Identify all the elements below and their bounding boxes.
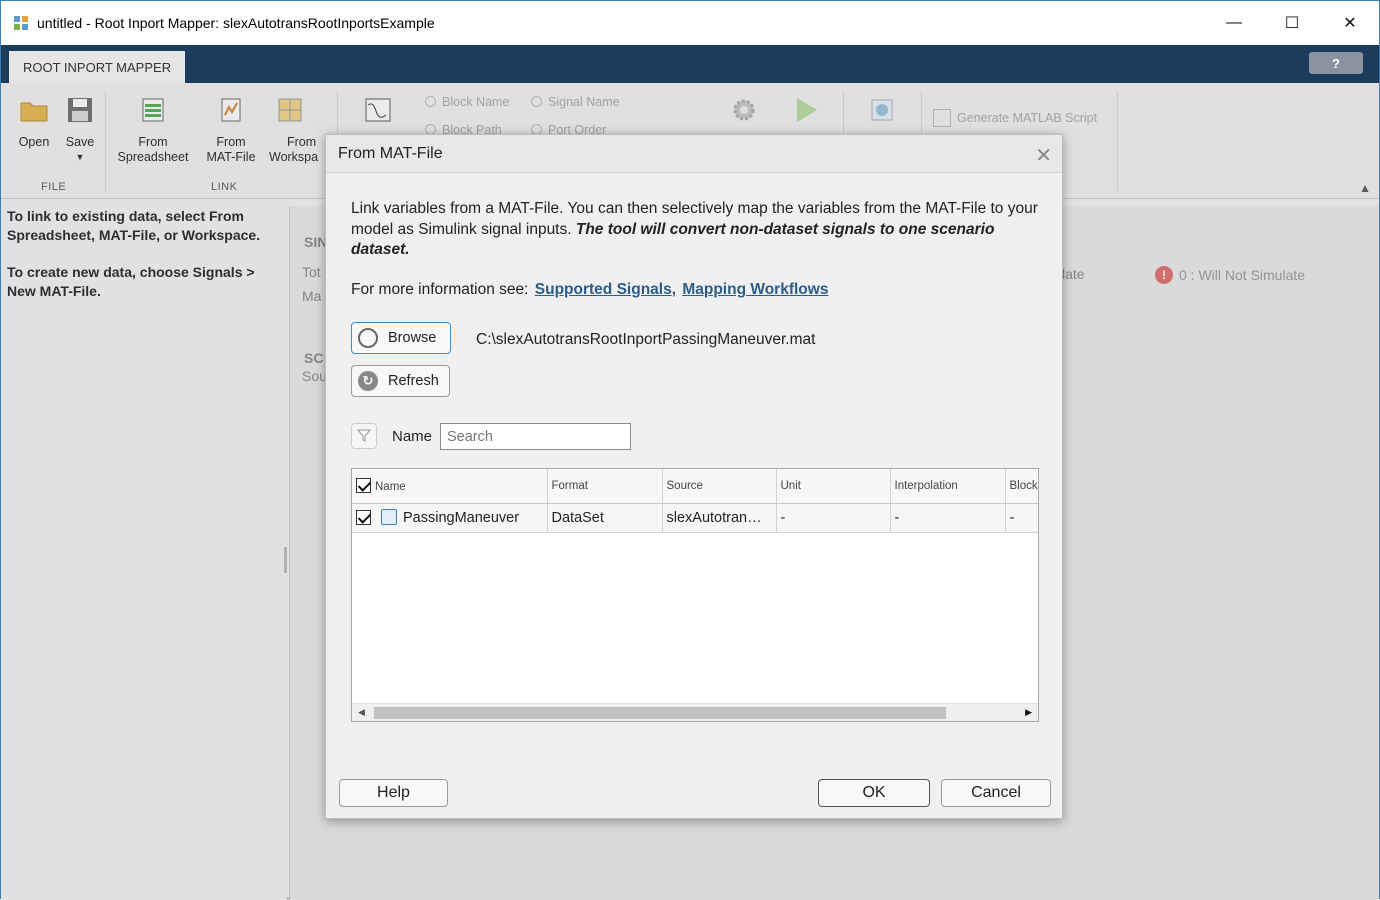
horizontal-scrollbar[interactable]: ◀ ▶: [352, 703, 1038, 721]
dialog-description: Link variables from a MAT-File. You can …: [351, 199, 1041, 261]
browse-icon: [358, 328, 378, 348]
dialog-title-bar: From MAT-File ✕: [326, 135, 1062, 173]
supported-signals-link[interactable]: Supported Signals: [535, 281, 672, 298]
window-controls: — ☐ ✕: [1205, 1, 1379, 45]
more-info-label: For more information see:: [351, 281, 529, 298]
cell-format: DataSet: [547, 503, 663, 533]
scroll-thumb[interactable]: [374, 707, 946, 719]
close-window-button[interactable]: ✕: [1321, 1, 1379, 45]
variables-table: Name Format Source Unit Interpolation Bl…: [351, 468, 1039, 722]
window-title: untitled - Root Inport Mapper: slexAutot…: [37, 15, 435, 31]
table-header-row: Name Format Source Unit Interpolation Bl…: [352, 469, 1038, 504]
mapping-workflows-link[interactable]: Mapping Workflows: [682, 281, 828, 298]
maximize-button[interactable]: ☐: [1263, 1, 1321, 45]
title-bar: untitled - Root Inport Mapper: slexAutot…: [1, 1, 1379, 45]
scroll-left-icon[interactable]: ◀: [358, 707, 365, 718]
cell-block: -: [1005, 503, 1038, 533]
refresh-button[interactable]: ↻ Refresh: [351, 365, 450, 397]
variables-grid: Name Format Source Unit Interpolation Bl…: [352, 469, 1038, 533]
filter-name-label: Name: [392, 428, 433, 445]
cell-unit: -: [776, 503, 891, 533]
help-icon[interactable]: ?: [1309, 52, 1363, 74]
table-row[interactable]: PassingManeuver DataSet slexAutotran… - …: [352, 503, 1038, 533]
browse-label: Browse: [388, 330, 437, 346]
refresh-icon: ↻: [358, 371, 378, 391]
from-mat-file-dialog: From MAT-File ✕ Link variables from a MA…: [325, 134, 1063, 819]
column-header-unit[interactable]: Unit: [776, 469, 891, 504]
dialog-close-icon[interactable]: ✕: [1035, 143, 1052, 168]
search-input[interactable]: [440, 423, 631, 450]
column-header-source[interactable]: Source: [662, 469, 777, 504]
file-path-display: C:\slexAutotransRootInportPassingManeuve…: [476, 331, 816, 348]
scroll-right-icon[interactable]: ▶: [1025, 707, 1032, 718]
tab-root-inport-mapper[interactable]: ROOT INPORT MAPPER: [9, 51, 186, 83]
refresh-label: Refresh: [388, 373, 439, 389]
filter-icon[interactable]: [351, 423, 377, 449]
ribbon-tab-bar: ROOT INPORT MAPPER ?: [1, 45, 1379, 83]
cancel-button[interactable]: Cancel: [941, 779, 1051, 807]
dialog-title: From MAT-File: [338, 144, 443, 162]
column-header-block[interactable]: Block: [1005, 469, 1038, 504]
row-checkbox[interactable]: [356, 510, 371, 525]
link-separator: ,: [671, 281, 677, 298]
cell-interpolation: -: [890, 503, 1006, 533]
ok-button[interactable]: OK: [818, 779, 930, 807]
app-icon: [13, 15, 29, 31]
help-button[interactable]: Help: [339, 779, 448, 807]
select-all-checkbox[interactable]: [356, 478, 371, 494]
more-info-line: For more information see: Supported Sign…: [351, 281, 828, 299]
column-header-interpolation[interactable]: Interpolation: [890, 469, 1006, 504]
cell-source: slexAutotran…: [662, 503, 777, 533]
dataset-icon: [381, 509, 397, 525]
app-window: untitled - Root Inport Mapper: slexAutot…: [0, 0, 1380, 900]
browse-button[interactable]: Browse: [351, 322, 451, 354]
column-header-name[interactable]: Name: [352, 469, 548, 504]
column-header-format[interactable]: Format: [547, 469, 663, 504]
cell-name: PassingManeuver: [352, 503, 548, 533]
minimize-button[interactable]: —: [1205, 1, 1263, 45]
